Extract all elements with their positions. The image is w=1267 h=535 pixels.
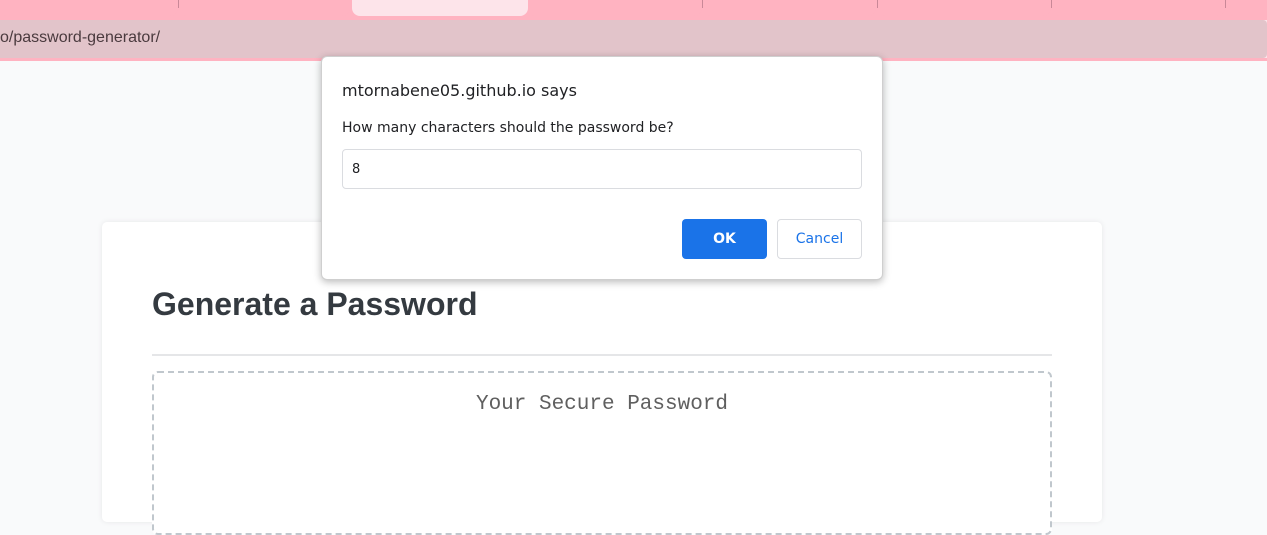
dialog-title: mtornabene05.github.io says [342,81,577,100]
browser-tab[interactable] [704,0,876,16]
password-output-box [152,371,1052,535]
browser-tab[interactable] [0,0,178,16]
browser-tab[interactable] [1053,0,1225,16]
cancel-button[interactable]: Cancel [777,219,862,259]
card-divider [152,354,1052,356]
browser-tab-active[interactable] [352,0,528,16]
tab-separator [877,0,878,8]
browser-tab[interactable] [879,0,1051,16]
browser-tab[interactable] [528,0,702,16]
password-output-textarea[interactable] [154,373,1050,523]
tab-separator [1051,0,1052,8]
tab-separator [178,0,179,8]
dialog-message: How many characters should the password … [342,120,674,136]
browser-tab-strip [0,0,1267,20]
address-bar-url: o/password-generator/ [0,29,161,46]
password-length-input[interactable] [342,149,862,189]
browser-tab[interactable] [180,0,350,16]
browser-toolbar: o/password-generator/ [0,20,1267,58]
tab-separator [702,0,703,8]
card-title: Generate a Password [152,286,478,322]
tab-separator [1225,0,1226,8]
browser-tab[interactable] [1227,0,1267,16]
address-bar[interactable]: o/password-generator/ [0,20,1267,58]
ok-button[interactable]: OK [682,219,767,259]
prompt-dialog: mtornabene05.github.io says How many cha… [321,56,883,280]
